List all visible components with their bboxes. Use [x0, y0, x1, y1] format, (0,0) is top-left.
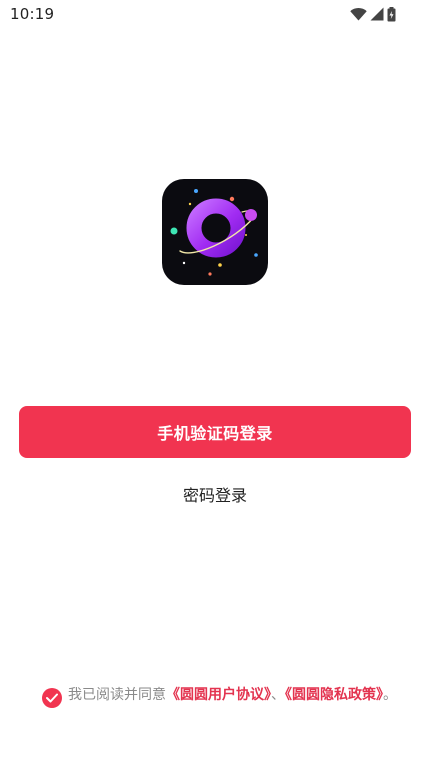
planet-ring-logo-icon [170, 189, 258, 276]
agree-checkbox[interactable] [42, 688, 62, 708]
signal-icon [370, 7, 384, 21]
agreement-suffix: 。 [383, 687, 397, 703]
status-bar: 10:19 [0, 0, 430, 30]
password-login-link[interactable]: 密码登录 [0, 482, 430, 506]
app-logo [162, 179, 268, 285]
agreement-row: 我已阅读并同意《圆圆用户协议》、《圆圆隐私政策》。 [42, 684, 414, 708]
status-time: 10:19 [10, 5, 55, 23]
battery-icon [387, 6, 396, 22]
status-icons [350, 6, 396, 22]
agreement-prefix: 我已阅读并同意 [68, 687, 166, 703]
user-agreement-link[interactable]: 《圆圆用户协议》 [166, 687, 271, 703]
sms-login-button[interactable]: 手机验证码登录 [19, 406, 411, 458]
privacy-policy-link[interactable]: 《圆圆隐私政策》 [285, 687, 383, 703]
login-screen: 10:19 手机验证码登录 密码登录 我已阅读并同意《圆圆用户协议》、《圆圆隐私… [0, 0, 430, 764]
agreement-separator: 、 [271, 687, 285, 703]
wifi-icon [350, 7, 367, 21]
agreement-text: 我已阅读并同意《圆圆用户协议》、《圆圆隐私政策》。 [68, 684, 414, 707]
checkmark-icon [46, 693, 58, 703]
